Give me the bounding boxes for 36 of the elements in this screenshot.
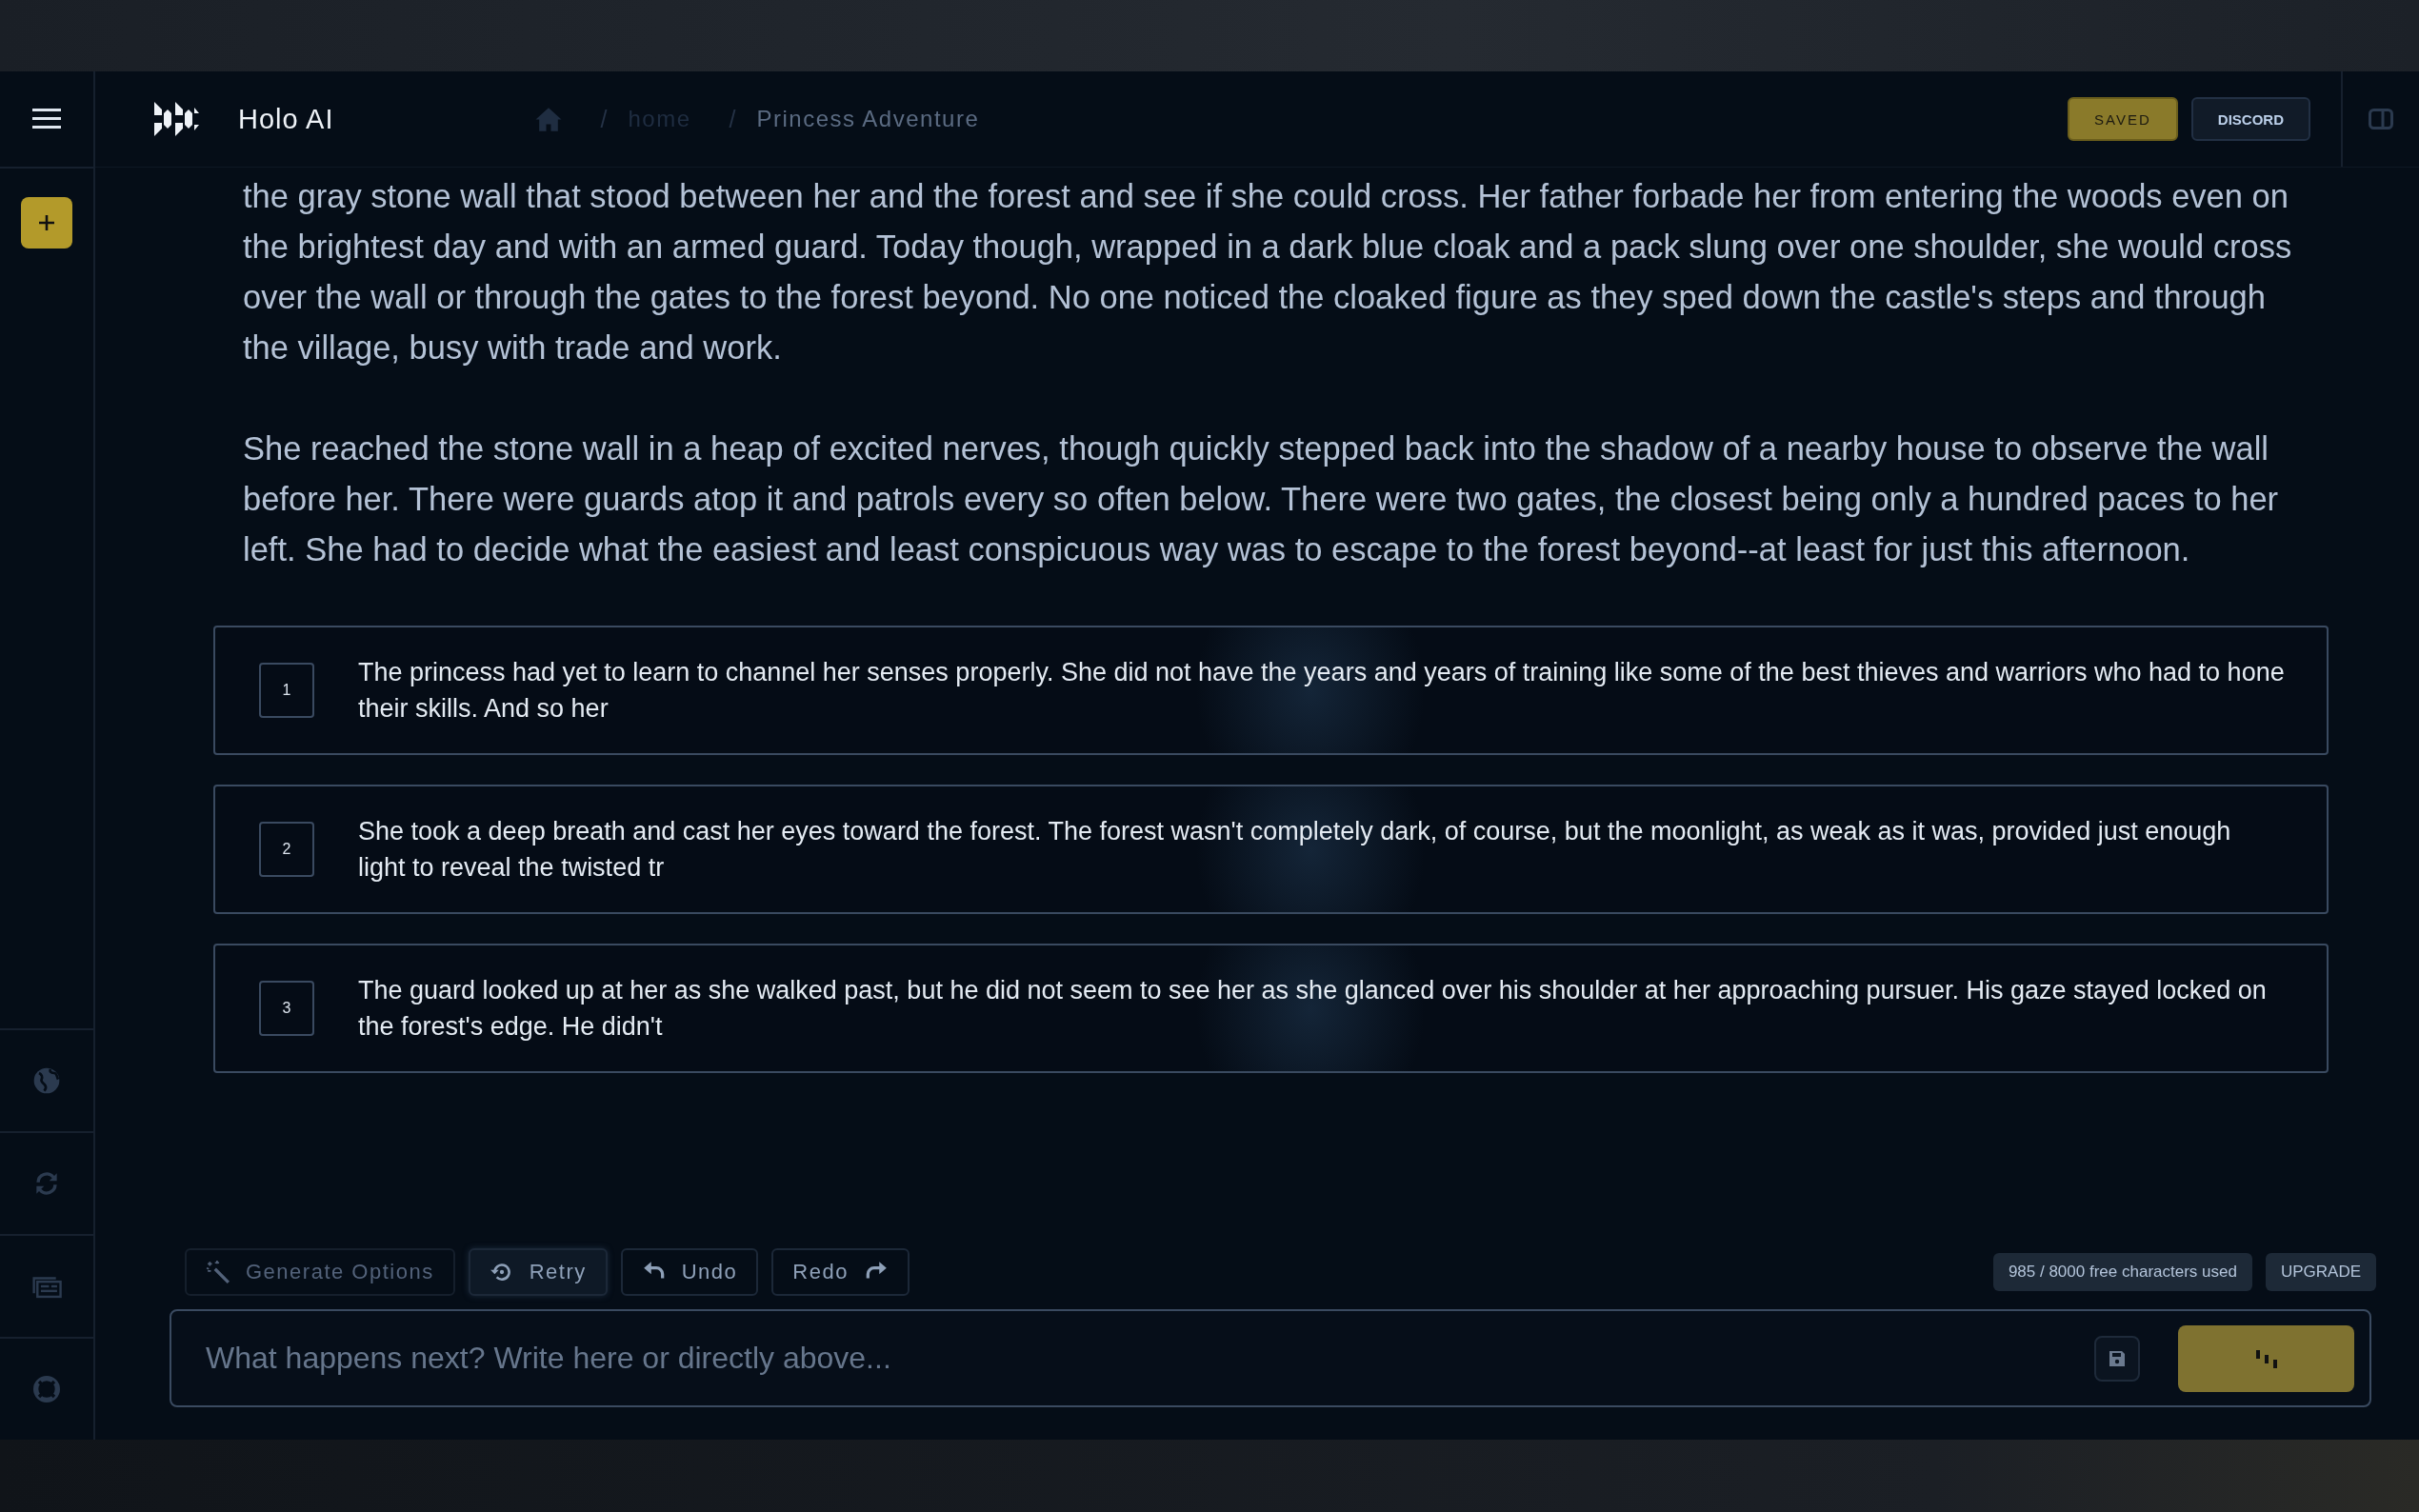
option-text: The princess had yet to learn to channel her senses properly. She did not have the years and years of training like some of the best thieves and warriors who had to hone their skills. And so her [358, 657, 2285, 725]
option-number: 3 [259, 981, 314, 1036]
breadcrumb-separator: / [600, 105, 608, 133]
menu-icon[interactable] [32, 108, 61, 130]
breadcrumb-separator: / [729, 105, 736, 133]
save-icon [2108, 1348, 2127, 1368]
toolbar-button[interactable]: Retry [468, 1248, 608, 1296]
breadcrumb-link[interactable]: Princess Adventure [756, 106, 980, 132]
option-card[interactable]: 1 The princess had yet to learn to channel her senses properly. She did not have the years and years of training like some of the best thieves and warriors who had to hone their skills. And so her [213, 626, 2329, 755]
option-number: 2 [259, 822, 314, 877]
prompt-field[interactable]: What happens next? Write here or directly above... [204, 1340, 2056, 1377]
save-button[interactable] [2094, 1335, 2140, 1382]
magic-wand-icon [206, 1260, 230, 1284]
story-paragraph: the gray stone wall that stood between her and the forest and see if she could cross. Her father forbade her from entering the woods even on the brightest day and with an armed guard. Today though, wrapped in a dark blue cloak and a pack slung over one shoulder, she would cross over the wall or through the gates to the forest beyond. No one noticed the cloaked figure as they sped down the castle's steps and through the village, busy with trade and work. [243, 177, 2293, 368]
new-story-button[interactable] [21, 197, 72, 249]
loading-icon [2253, 1347, 2279, 1369]
submit-button[interactable] [2178, 1324, 2354, 1392]
usage-counter: 985 / 8000 free characters used [1992, 1253, 2252, 1291]
toolbar-button[interactable]: Redo [771, 1248, 910, 1296]
globe-icon[interactable] [31, 1065, 62, 1096]
option-text: She took a deep breath and cast her eyes toward the forest. The forest wasn't completely dark, of course, but the moonlight, as weak as it was, provided just enough light to reveal the twisted tr [358, 816, 2232, 884]
prompt-field-box[interactable]: What happens next? Write here or directly above... [170, 1309, 2371, 1407]
upgrade-button[interactable]: UPGRADE [2265, 1253, 2376, 1291]
option-number: 1 [259, 663, 314, 718]
home-icon[interactable] [533, 106, 563, 132]
app-title: Holo AI [238, 103, 334, 135]
option-text: The guard looked up at her as she walked past, but he did not seem to see her as she glanced over his shoulder at her approaching pursuer. His gaze stayed locked on the forest's edge. He didn't [358, 975, 2268, 1043]
story-paragraph: She reached the stone wall in a heap of excited nerves, though quickly stepped back into the shadow of a nearby house to observe the wall before her. There were guards atop it and patrols every so often below. There were two gates, the closest being only a hundred paces to her left. She had to decide what the easiest and least conspicuous way was to escape to the forest beyond--at least for just this afternoon. [243, 429, 2280, 569]
panel-toggle-icon[interactable] [2369, 109, 2393, 129]
toolbar-button[interactable]: Undo [620, 1248, 759, 1296]
option-card[interactable]: 3 The guard looked up at her as she walked past, but he did not seem to see her as she glanced over his shoulder at her approaching pursuer. His gaze stayed locked on the forest's edge. He didn't [213, 944, 2329, 1073]
header-button[interactable]: SAVED [2068, 97, 2178, 141]
plus-icon [37, 213, 56, 232]
option-card[interactable]: 2 She took a deep breath and cast her eyes toward the forest. The forest wasn't completely dark, of course, but the moonlight, as weak as it was, provided just enough light to reveal the twisted tr [213, 785, 2329, 914]
help-icon[interactable] [31, 1374, 62, 1404]
header-button[interactable]: DISCORD [2190, 97, 2310, 141]
